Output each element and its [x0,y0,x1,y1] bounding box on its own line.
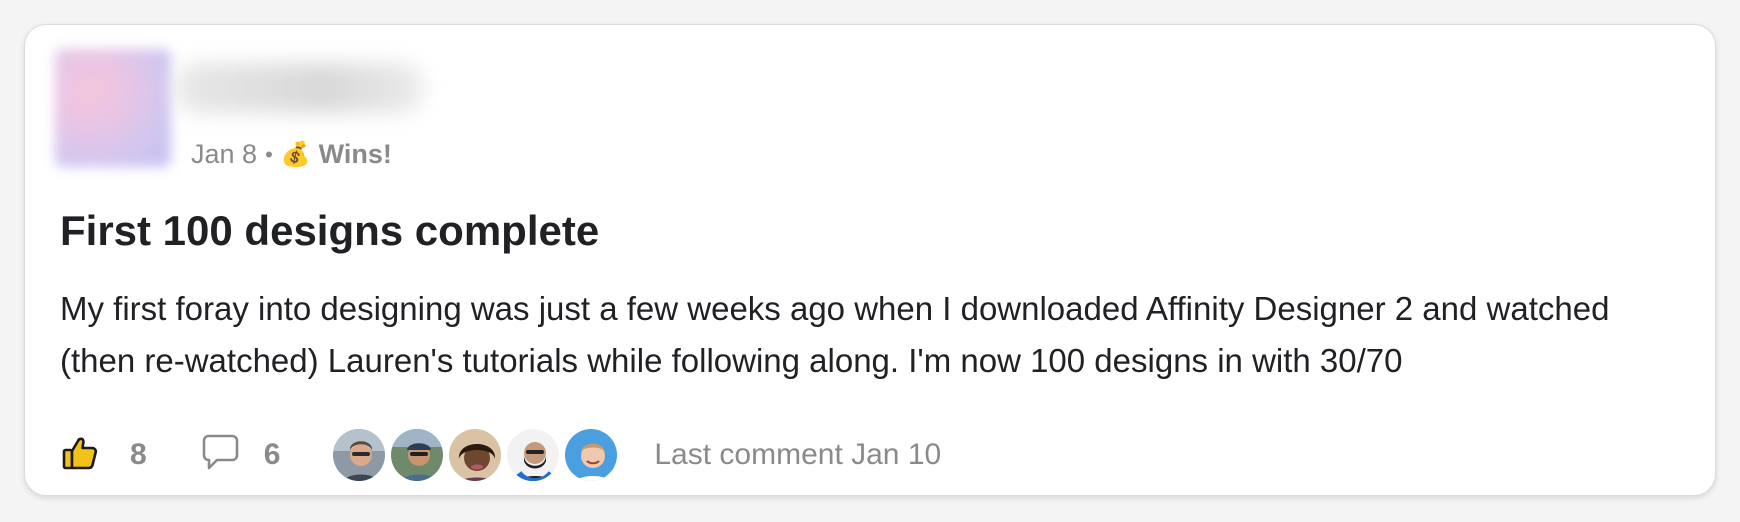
comment-button[interactable]: 6 [199,433,281,478]
commenter-avatars [331,427,620,483]
commenter-avatar[interactable] [447,427,504,483]
thumbs-up-icon [60,433,100,478]
commenter-avatar[interactable] [331,427,388,483]
commenter-avatar[interactable] [563,427,620,483]
like-button[interactable]: 8 [60,433,147,478]
author-avatar[interactable] [55,49,171,167]
like-count: 8 [130,438,147,471]
post-footer: 8 6 Last comment Jan 10 [60,427,941,483]
last-comment-timestamp: Last comment Jan 10 [654,438,942,471]
post-card[interactable]: Jan 8 • 💰 Wins! First 100 designs comple… [24,24,1716,496]
post-meta: Jan 8 • 💰 Wins! [191,139,392,170]
commenter-avatar[interactable] [389,427,446,483]
money-bag-icon: 💰 [280,141,311,168]
author-name-redacted[interactable] [175,63,425,113]
commenter-avatar[interactable] [505,427,562,483]
post-date: Jan 8 [191,139,258,169]
meta-separator: • [265,141,273,167]
post-title[interactable]: First 100 designs complete [60,207,599,255]
comment-count: 6 [263,438,281,471]
category-label[interactable]: Wins! [319,139,392,170]
comment-icon [199,433,241,478]
post-body[interactable]: My first foray into designing was just a… [60,283,1680,387]
